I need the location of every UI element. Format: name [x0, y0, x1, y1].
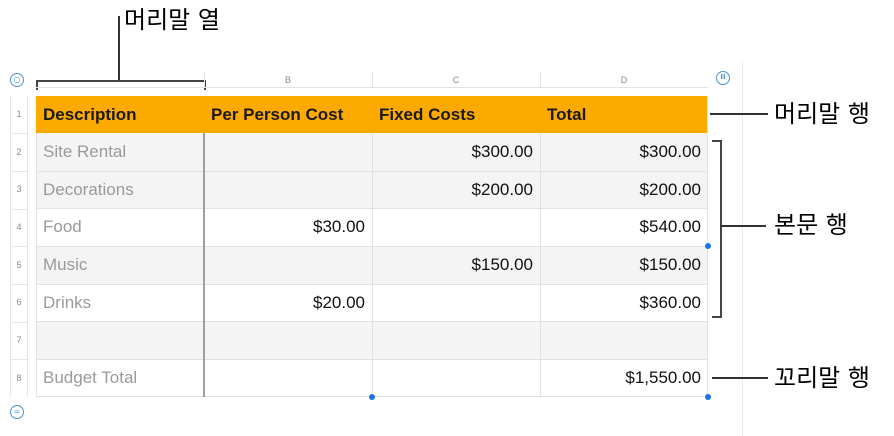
- add-row-button[interactable]: =: [10, 405, 24, 419]
- footer-cell-total[interactable]: $1,550.00: [540, 359, 708, 397]
- column-letter-c[interactable]: C: [372, 72, 540, 88]
- table-cell[interactable]: [372, 321, 540, 359]
- row-separator: [11, 246, 27, 247]
- callout-header-column: 머리말 열: [124, 6, 220, 34]
- table-cell[interactable]: [204, 359, 372, 397]
- column-header-bar: B C D: [36, 72, 708, 88]
- table-cell[interactable]: [204, 321, 372, 359]
- panel-divider: [742, 62, 743, 436]
- table-cell[interactable]: $300.00: [540, 133, 708, 171]
- row-number-6[interactable]: 6: [11, 297, 27, 307]
- table-cell[interactable]: Decorations: [36, 171, 204, 209]
- resize-handle-bottom[interactable]: [369, 394, 375, 400]
- resize-handle-right[interactable]: [705, 243, 711, 249]
- table-cell[interactable]: [204, 246, 372, 284]
- column-letter-d[interactable]: D: [540, 72, 708, 88]
- table-cell[interactable]: $30.00: [204, 208, 372, 246]
- column-gridline: [540, 133, 541, 397]
- table-cell[interactable]: $150.00: [540, 246, 708, 284]
- callout-footer-row-leader: [712, 377, 768, 379]
- callout-body-rows-leader: [720, 225, 766, 227]
- table-cell[interactable]: $540.00: [540, 208, 708, 246]
- callout-header-row: 머리말 행: [774, 100, 870, 128]
- table-cell[interactable]: [204, 171, 372, 209]
- header-cell-description[interactable]: Description: [36, 96, 204, 133]
- row-separator: [11, 171, 27, 172]
- table-cell[interactable]: [372, 208, 540, 246]
- header-cell-per-person-cost[interactable]: Per Person Cost: [204, 96, 372, 133]
- header-row: Description Per Person Cost Fixed Costs …: [36, 96, 708, 133]
- resize-handle-corner[interactable]: [705, 394, 711, 400]
- table-cell[interactable]: $360.00: [540, 284, 708, 322]
- table-cell[interactable]: [36, 321, 204, 359]
- table-cell[interactable]: [540, 321, 708, 359]
- add-column-button[interactable]: II: [716, 71, 730, 85]
- table-cell[interactable]: $20.00: [204, 284, 372, 322]
- row-number-7[interactable]: 7: [11, 335, 27, 345]
- table-cell[interactable]: $300.00: [372, 133, 540, 171]
- row-separator: [11, 322, 27, 323]
- table-cell[interactable]: $200.00: [372, 171, 540, 209]
- header-column-divider: [203, 133, 205, 397]
- row-number-4[interactable]: 4: [11, 222, 27, 232]
- footer-cell-label[interactable]: Budget Total: [36, 359, 204, 397]
- table-cell[interactable]: $150.00: [372, 246, 540, 284]
- row-separator: [11, 359, 27, 360]
- table-cell[interactable]: $200.00: [540, 171, 708, 209]
- row-separator: [11, 133, 27, 134]
- callout-footer-row: 꼬리말 행: [774, 364, 870, 392]
- row-separator: [11, 209, 27, 210]
- callout-header-row-leader: [710, 113, 768, 115]
- row-number-1[interactable]: 1: [11, 109, 27, 119]
- row-number-2[interactable]: 2: [11, 147, 27, 157]
- select-table-button[interactable]: ○: [10, 73, 24, 87]
- table-cell[interactable]: [204, 133, 372, 171]
- row-separator: [11, 284, 27, 285]
- row-number-3[interactable]: 3: [11, 184, 27, 194]
- column-letter-b[interactable]: B: [204, 72, 372, 88]
- column-gridline: [372, 133, 373, 397]
- header-cell-total[interactable]: Total: [540, 96, 708, 133]
- budget-table: Description Per Person Cost Fixed Costs …: [36, 96, 708, 397]
- table-cell[interactable]: [372, 359, 540, 397]
- table-cell[interactable]: Site Rental: [36, 133, 204, 171]
- header-cell-fixed-costs[interactable]: Fixed Costs: [372, 96, 540, 133]
- body-rows-bracket: [712, 140, 722, 318]
- table-cell[interactable]: Food: [36, 208, 204, 246]
- table-cell[interactable]: [372, 284, 540, 322]
- row-number-5[interactable]: 5: [11, 260, 27, 270]
- table-cell[interactable]: Music: [36, 246, 204, 284]
- row-number-8[interactable]: 8: [11, 373, 27, 383]
- callout-body-rows: 본문 행: [774, 211, 848, 239]
- row-header-bar: 1 2 3 4 5 6 7 8: [10, 96, 28, 397]
- table-left-border: [36, 133, 37, 397]
- table-cell[interactable]: Drinks: [36, 284, 204, 322]
